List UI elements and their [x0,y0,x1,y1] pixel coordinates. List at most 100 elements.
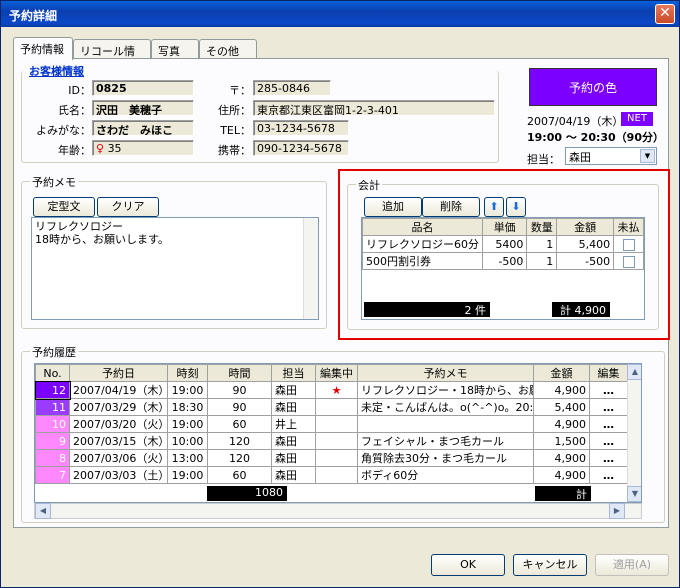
accounting-row[interactable]: リフレクソロジー60分 5400 1 5,400 [362,235,644,253]
history-amount: 4,900 [533,466,590,484]
customer-kana-field: さわだ みほこ [92,120,194,136]
item-amount: -500 [556,252,615,270]
customer-name-field: 沢田 美穂子 [92,100,194,116]
history-amount: 5,400 [533,398,590,416]
net-badge: NET [621,112,653,126]
kana-label: よみがな： [36,124,91,137]
zip-field: 285-0846 [253,80,331,96]
history-horizontal-scrollbar[interactable]: ◀ ▶ [34,503,642,519]
cancel-button[interactable]: キャンセル [513,554,587,576]
accounting-title: 会計 [356,177,382,193]
history-time: 10:00 [167,432,208,450]
unpaid-checkbox[interactable] [622,255,635,268]
item-qty: 1 [526,252,558,270]
tab-reservation-info[interactable]: 予約情報 [13,37,73,60]
history-date: 2007/03/20（火） [69,415,168,433]
history-time: 19:00 [167,466,208,484]
history-time: 18:30 [167,398,208,416]
col-memo: 予約メモ [357,364,534,382]
accounting-row[interactable]: 500円割引券 -500 1 -500 [362,252,644,270]
scroll-up-icon[interactable]: ▲ [627,364,641,380]
window: 予約詳細 ✕ 予約情報 リコール情報 写真 その他 お客様情報 ID： 0825… [0,0,680,588]
ok-button[interactable]: OK [431,554,505,576]
history-date: 2007/03/06（火） [69,449,168,467]
reservation-color-button[interactable]: 予約の色 [529,68,657,106]
chevron-down-icon[interactable]: ▼ [640,149,655,163]
history-editing [315,415,358,433]
history-edit-button[interactable]: … [589,432,628,450]
history-grid: No. 予約日 時刻 時間 担当 編集中 予約メモ 金額 編集 12 2007/0… [34,363,642,503]
history-memo: 未定・こんばんは。o(^-^)o。20:30だ [357,398,534,416]
move-down-button[interactable]: ⬇ [506,197,526,217]
history-edit-button[interactable]: … [589,381,628,399]
history-no: 10 [35,415,70,433]
tab-photo[interactable]: 写真 [151,39,199,59]
tab-recall-info[interactable]: リコール情報 [73,39,151,74]
tel-label: TEL： [220,124,251,137]
accounting-total: 計 4,900 [552,302,610,317]
history-header-row: No. 予約日 時刻 時間 担当 編集中 予約メモ 金額 編集 [35,364,628,382]
history-amount: 4,900 [533,449,590,467]
history-staff: 森田 [271,449,316,467]
col-item-name: 品名 [362,218,483,236]
memo-line-1: リフレクソロジー [35,220,123,233]
history-amount: 4,900 [533,415,590,433]
staff-select[interactable]: 森田 ▼ [565,147,657,165]
item-amount: 5,400 [556,235,615,253]
history-row[interactable]: 9 2007/03/15（木） 10:00 120 森田 フェイシャル・まつ毛カール 1,5… [35,432,628,450]
reservation-date: 2007/04/19（木） [527,115,624,128]
history-staff: 森田 [271,432,316,450]
history-vertical-scrollbar[interactable]: ▲ ▼ [627,364,641,502]
close-button[interactable]: ✕ [655,4,675,24]
history-title: 予約履歴 [30,344,78,360]
history-row[interactable]: 12 2007/04/19（木） 19:00 90 森田 ★ リフレクソロジー・18時から、… [35,380,628,400]
history-row[interactable]: 7 2007/03/03（土） 19:00 60 森田 ボディ60分 4,900… [35,466,628,484]
history-row[interactable]: 11 2007/03/29（木） 18:30 90 森田 未定・こんばんは。o(^-^)o… [35,398,628,416]
mobile-label: 携帯： [218,144,251,157]
unpaid-checkbox[interactable] [622,238,635,251]
delete-item-button[interactable]: 削除 [422,197,480,217]
history-row[interactable]: 8 2007/03/06（火） 13:00 120 森田 角質除去30分・まつ毛カール 4,… [35,449,628,467]
id-label: ID： [68,84,91,97]
add-item-button[interactable]: 追加 [364,197,422,217]
age-label: 年齢： [58,144,91,157]
tab-other[interactable]: その他 [199,39,257,59]
history-time: 19:00 [167,381,208,399]
history-staff: 森田 [271,398,316,416]
history-row[interactable]: 10 2007/03/20（火） 19:00 60 井上 4,900… [35,415,628,433]
history-duration: 120 [207,449,272,467]
memo-line-2: 18時から、お願いします。 [35,233,169,246]
history-memo: 角質除去30分・まつ毛カール [357,449,534,467]
history-staff: 森田 [271,381,316,399]
history-no: 8 [35,449,70,467]
scroll-right-icon[interactable]: ▶ [609,503,625,519]
template-button[interactable]: 定型文 [33,197,95,217]
history-editing [315,466,358,484]
history-edit-button[interactable]: … [589,449,628,467]
history-editing [315,449,358,467]
memo-scrollbar[interactable] [303,218,318,319]
col-duration: 時間 [207,364,272,382]
memo-textarea[interactable]: リフレクソロジー 18時から、お願いします。 [31,217,319,320]
col-date: 予約日 [69,364,168,382]
history-memo: リフレクソロジー・18時から、お願い [357,381,534,399]
window-title: 予約詳細 [9,9,58,23]
scroll-down-icon[interactable]: ▼ [627,486,641,502]
scroll-left-icon[interactable]: ◀ [35,503,51,519]
history-no: 12 [35,380,71,400]
move-up-button[interactable]: ⬆ [484,197,504,217]
history-edit-button[interactable]: … [589,398,628,416]
history-edit-button[interactable]: … [589,466,628,484]
item-name: リフレクソロジー60分 [362,235,483,253]
staff-selected: 森田 [569,151,591,164]
apply-button[interactable]: 適用(A) [595,554,669,576]
clear-button[interactable]: クリア [97,197,159,217]
close-icon: ✕ [659,5,671,21]
col-staff: 担当 [271,364,316,382]
item-qty: 1 [526,235,558,253]
age-value: 35 [107,142,122,155]
col-editing: 編集中 [315,364,358,382]
history-time: 13:00 [167,449,208,467]
history-edit-button[interactable]: … [589,415,628,433]
history-date: 2007/03/15（木） [69,432,168,450]
